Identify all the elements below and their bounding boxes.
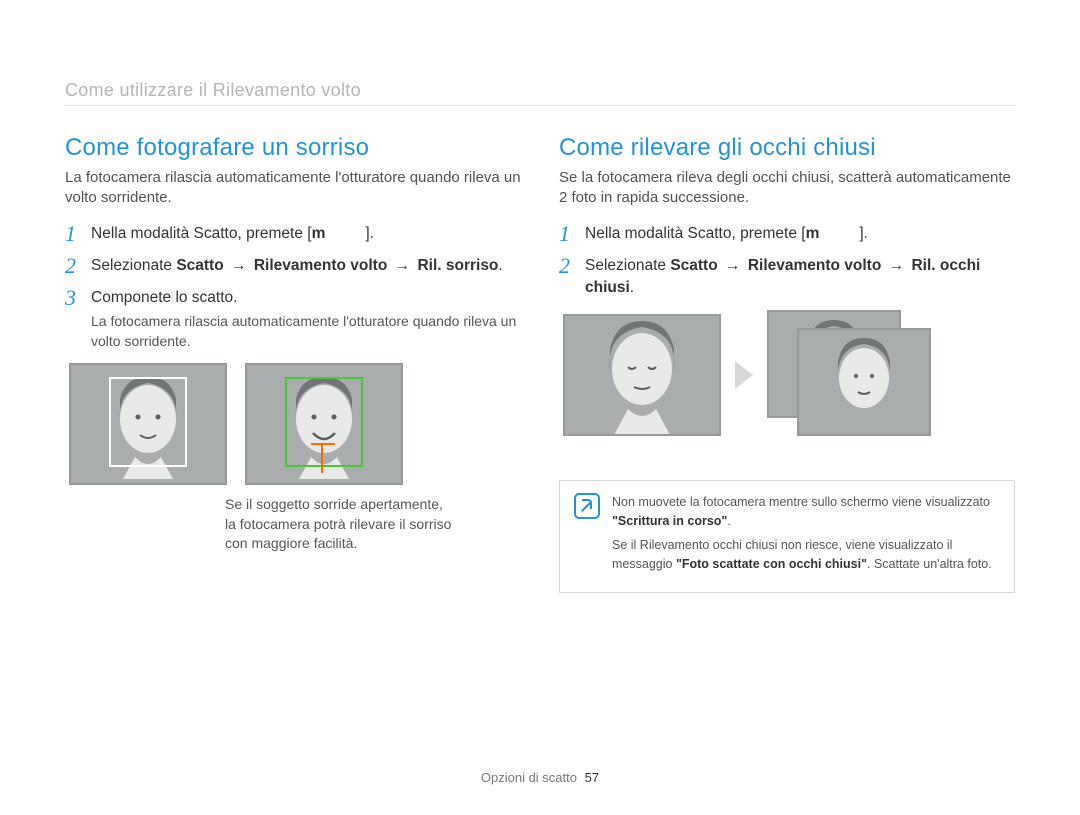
step-1-text: Nella modalità Scatto, premete [m]. xyxy=(585,223,1015,245)
steps-smile: Nella modalità Scatto, premete [m]. Sele… xyxy=(65,223,521,352)
note2-b: "Foto scattate con occhi chiusi" xyxy=(676,557,867,571)
note-body: Non muovete la fotocamera mentre sullo s… xyxy=(612,493,1000,580)
step-1: Nella modalità Scatto, premete [m]. xyxy=(559,223,1015,245)
face-icon xyxy=(582,315,702,435)
step-1-suffix: ]. xyxy=(365,225,374,242)
step-1: Nella modalità Scatto, premete [m]. xyxy=(65,223,521,245)
step-2: Selezionate Scatto → Rilevamento volto →… xyxy=(559,255,1015,300)
smile-indicator-tick xyxy=(321,445,323,473)
menu-key-icon: m xyxy=(806,225,820,242)
step-1-suffix: ]. xyxy=(859,225,868,242)
illustration-row-smile xyxy=(69,363,521,485)
step-1-prefix: Nella modalità Scatto, premete [ xyxy=(91,225,312,242)
step-2-prefix: Selezionate xyxy=(91,257,176,274)
note-line-1: Non muovete la fotocamera mentre sullo s… xyxy=(612,493,1000,531)
note-icon xyxy=(574,493,600,519)
step-2-end: . xyxy=(630,279,634,296)
thumb-eyes-closed xyxy=(563,314,721,436)
face-icon xyxy=(814,332,914,432)
illustration-row-blink xyxy=(563,310,1015,440)
footer-section: Opzioni di scatto xyxy=(481,770,577,785)
section-title-blink: Come rilevare gli occhi chiusi xyxy=(559,134,1015,162)
path-ril-sorriso: Ril. sorriso xyxy=(417,257,498,274)
page-number: 57 xyxy=(585,770,599,785)
thumb-face-neutral xyxy=(69,363,227,485)
section-title-smile: Come fotografare un sorriso xyxy=(65,134,521,162)
menu-key-icon: m xyxy=(312,225,326,242)
caption-smile: Se il soggetto sorride apertamente, la f… xyxy=(225,495,455,554)
page: Come utilizzare il Rilevamento volto Com… xyxy=(0,0,1080,815)
note-box: Non muovete la fotocamera mentre sullo s… xyxy=(559,480,1015,593)
step-1-text: Nella modalità Scatto, premete [m]. xyxy=(91,223,521,245)
step-3-text: Componete lo scatto. xyxy=(91,287,521,309)
columns: Come fotografare un sorriso La fotocamer… xyxy=(65,134,1015,593)
intro-blink: Se la fotocamera rileva degli occhi chiu… xyxy=(559,168,1015,209)
thumb-stack xyxy=(767,310,937,440)
path-scatto: Scatto xyxy=(176,257,223,274)
intro-smile: La fotocamera rilascia automaticamente l… xyxy=(65,168,521,209)
step-3-sub: La fotocamera rilascia automaticamente l… xyxy=(91,312,521,351)
note-line-2: Se il Rilevamento occhi chiusi non riesc… xyxy=(612,536,1000,574)
note1-a: Non muovete la fotocamera mentre sullo s… xyxy=(612,495,990,509)
note1-c: . xyxy=(727,514,730,528)
divider xyxy=(65,105,1015,106)
smile-indicator-line xyxy=(311,443,335,445)
arrow-icon: → xyxy=(395,257,411,274)
footer: Opzioni di scatto 57 xyxy=(0,770,1080,785)
thumb-result-2 xyxy=(797,328,931,436)
path-rilevamento: Rilevamento volto xyxy=(254,257,388,274)
path-rilevamento: Rilevamento volto xyxy=(748,257,882,274)
steps-blink: Nella modalità Scatto, premete [m]. Sele… xyxy=(559,223,1015,300)
arrow-right-icon xyxy=(735,361,753,389)
arrow-icon: → xyxy=(231,257,247,274)
step-1-prefix: Nella modalità Scatto, premete [ xyxy=(585,225,806,242)
arrow-icon: → xyxy=(725,257,741,274)
left-column: Come fotografare un sorriso La fotocamer… xyxy=(65,134,521,593)
step-2-text: Selezionate Scatto → Rilevamento volto →… xyxy=(585,255,1015,300)
step-2: Selezionate Scatto → Rilevamento volto →… xyxy=(65,255,521,277)
note1-b: "Scrittura in corso" xyxy=(612,514,727,528)
detect-frame-green xyxy=(285,377,363,467)
right-column: Come rilevare gli occhi chiusi Se la fot… xyxy=(559,134,1015,593)
step-2-text: Selezionate Scatto → Rilevamento volto →… xyxy=(91,255,521,277)
step-2-end: . xyxy=(498,257,502,274)
breadcrumb: Come utilizzare il Rilevamento volto xyxy=(65,80,1015,101)
path-scatto: Scatto xyxy=(670,257,717,274)
detect-frame-white xyxy=(109,377,187,467)
note2-c: . Scattate un'altra foto. xyxy=(867,557,992,571)
step-2-prefix: Selezionate xyxy=(585,257,670,274)
thumb-face-smile xyxy=(245,363,403,485)
step-3: Componete lo scatto. La fotocamera rilas… xyxy=(65,287,521,351)
arrow-icon: → xyxy=(889,257,905,274)
